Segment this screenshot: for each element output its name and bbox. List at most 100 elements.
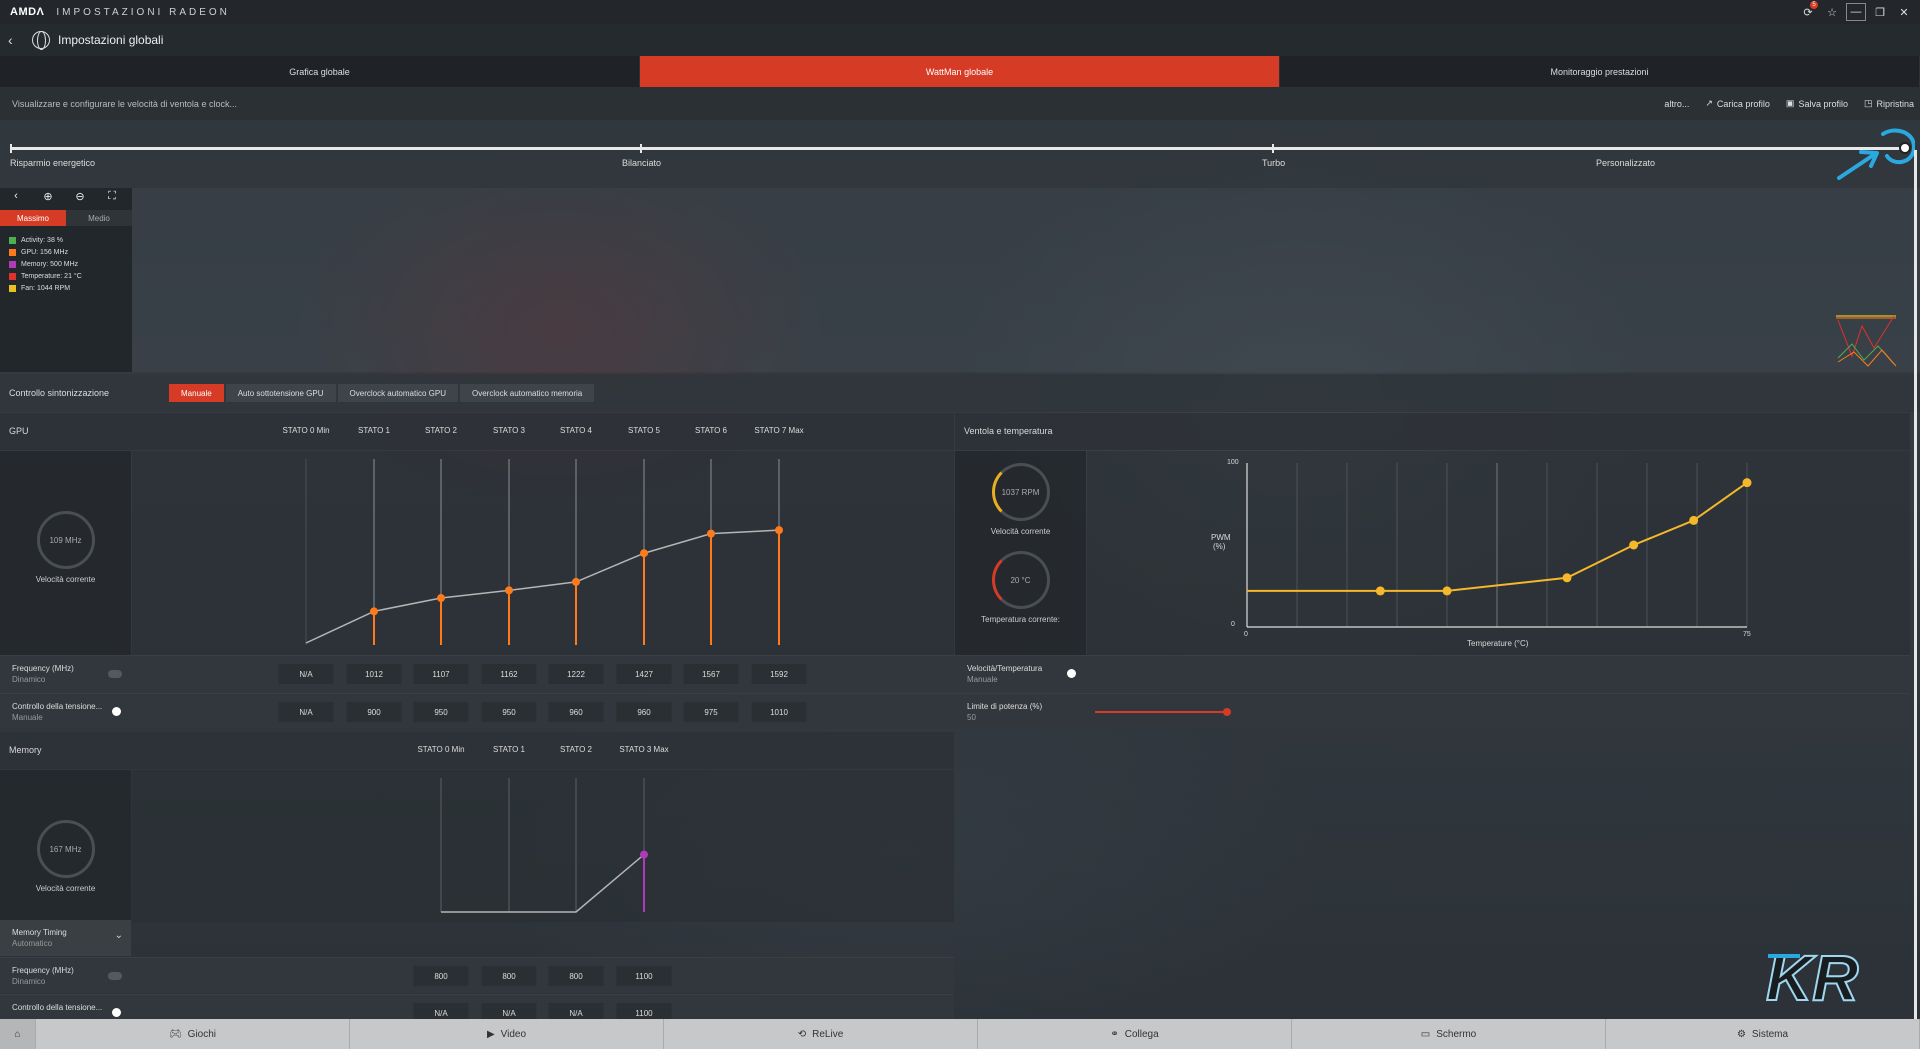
power-limit-handle[interactable] — [1223, 708, 1231, 716]
tab-avg[interactable]: Medio — [66, 210, 132, 226]
nav-video[interactable]: ▶ Video — [350, 1019, 664, 1049]
legend-item[interactable]: Memory: 500 MHz — [9, 258, 132, 270]
preset-track[interactable] — [10, 147, 1908, 150]
bottom-nav: ⌂ 🎮︎ Giochi ▶ Video ⟲ ReLive ⚭ Collega ▭ Sche… — [0, 1019, 1920, 1049]
close-button[interactable]: ✕ — [1894, 3, 1914, 21]
memory-voltage-value[interactable]: 1100 — [616, 1003, 672, 1019]
mode-auto-oc-gpu-button[interactable]: Overclock automatico GPU — [337, 384, 458, 402]
gpu-frequency-value[interactable]: 1012 — [346, 664, 402, 684]
gpu-voltage-toggle[interactable] — [108, 707, 122, 716]
gpu-frequency-label: Frequency (MHz) — [12, 664, 74, 673]
nav-games[interactable]: 🎮︎ Giochi — [36, 1019, 350, 1049]
amd-logo: AMDΛ — [10, 6, 45, 18]
nav-system[interactable]: ⚙ Sistema — [1606, 1019, 1920, 1049]
memory-frequency-value[interactable]: 800 — [548, 966, 604, 986]
gpu-frequency-value[interactable]: 1222 — [548, 664, 604, 684]
nav-display[interactable]: ▭ Schermo — [1292, 1019, 1606, 1049]
zoom-out-icon[interactable]: ⊖ — [64, 190, 96, 206]
fan-point — [1442, 586, 1452, 596]
back-icon[interactable]: ‹ — [8, 32, 24, 48]
nav-connect[interactable]: ⚭ Collega — [978, 1019, 1292, 1049]
mode-auto-undervolt-button[interactable]: Auto sottotensione GPU — [225, 384, 336, 402]
gpu-voltage-value[interactable]: 900 — [346, 702, 402, 722]
power-limit-slider[interactable] — [1095, 711, 1227, 713]
legend-item[interactable]: Temperature: 21 °C — [9, 270, 132, 282]
zoom-in-icon[interactable]: ⊕ — [32, 190, 64, 206]
gpu-frequency-value[interactable]: N/A — [278, 664, 334, 684]
gpu-frequency-value[interactable]: 1567 — [683, 664, 739, 684]
preset-power-saving[interactable]: Risparmio energetico — [10, 158, 95, 168]
gpu-frequency-chart[interactable] — [132, 451, 954, 655]
mode-auto-oc-memory-button[interactable]: Overclock automatico memoria — [460, 384, 595, 402]
reset-button[interactable]: ◳ Ripristina — [1864, 98, 1914, 109]
gpu-voltage-value[interactable]: 950 — [481, 702, 537, 722]
tab-performance-monitoring[interactable]: Monitoraggio prestazioni — [1280, 56, 1920, 87]
gpu-frequency-value[interactable]: 1427 — [616, 664, 672, 684]
gpu-voltage-label: Controllo della tensione... — [12, 702, 103, 711]
legend-label: GPU: 156 MHz — [21, 248, 69, 256]
fan-point — [1629, 540, 1639, 550]
state-point — [707, 529, 715, 538]
crop-icon[interactable]: ⛶ — [96, 190, 128, 206]
monitor-sparkline — [1836, 315, 1897, 367]
more-link[interactable]: altro... — [1664, 99, 1689, 109]
preset-balanced[interactable]: Bilanciato — [622, 158, 661, 168]
state-point — [370, 607, 378, 616]
legend-item[interactable]: Fan: 1044 RPM — [9, 282, 132, 294]
gpu-frequency-toggle[interactable] — [108, 670, 122, 678]
memory-voltage-value[interactable]: N/A — [481, 1003, 537, 1019]
fan-speed-value: 1037 RPM — [1001, 487, 1040, 497]
tab-max[interactable]: Massimo — [0, 210, 66, 226]
fan-curve-chart[interactable] — [1087, 451, 1910, 655]
gpu-gauge-value: 109 MHz — [49, 535, 82, 545]
speed-temp-toggle[interactable] — [1063, 669, 1077, 678]
gpu-voltage-value[interactable]: N/A — [278, 702, 334, 722]
star-icon[interactable]: ☆ — [1822, 3, 1842, 21]
gpu-voltage-value[interactable]: 975 — [683, 702, 739, 722]
mode-manual-button[interactable]: Manuale — [169, 384, 224, 402]
legend-label: Temperature: 21 °C — [21, 272, 82, 280]
minimize-button[interactable]: — — [1846, 3, 1866, 21]
temperature-value: 20 °C — [1010, 575, 1031, 585]
gpu-speed-gauge: 109 MHz — [36, 511, 95, 569]
preset-custom[interactable]: Personalizzato — [1596, 158, 1655, 168]
memory-frequency-label: Frequency (MHz) — [12, 966, 74, 975]
tab-wattman[interactable]: WattMan globale — [640, 56, 1280, 87]
checkbox-icon — [9, 236, 16, 244]
legend-item[interactable]: GPU: 156 MHz — [9, 246, 132, 258]
state-point — [572, 577, 580, 586]
memory-timing-dropdown[interactable]: Memory Timing Automatico ⌄ — [0, 920, 131, 956]
gpu-voltage-value[interactable]: 960 — [548, 702, 604, 722]
memory-voltage-value[interactable]: N/A — [548, 1003, 604, 1019]
memory-frequency-value[interactable]: 800 — [413, 966, 469, 986]
memory-header: Memory STATO 0 Min STATO 1 STATO 2 STATO… — [0, 732, 954, 769]
restore-button[interactable]: ❐ — [1870, 3, 1890, 21]
fan-speed-gauge: 1037 RPM — [991, 463, 1050, 521]
main-tabs: Grafica globale WattMan globale Monitora… — [0, 56, 1920, 87]
memory-voltage-toggle[interactable] — [108, 1008, 122, 1017]
save-profile-button[interactable]: ▣ Salva profilo — [1786, 98, 1848, 109]
monitor-legend: Activity: 38 % GPU: 156 MHz Memory: 500 … — [0, 234, 132, 294]
gpu-voltage-value[interactable]: 960 — [616, 702, 672, 722]
memory-frequency-toggle[interactable] — [108, 972, 122, 980]
memory-frequency-mode: Dinamico — [12, 977, 46, 986]
gpu-frequency-value[interactable]: 1107 — [413, 664, 469, 684]
vertical-scrollbar[interactable] — [1914, 150, 1917, 1020]
fan-point — [1562, 573, 1572, 583]
preset-turbo[interactable]: Turbo — [1262, 158, 1285, 168]
gpu-frequency-value[interactable]: 1162 — [481, 664, 537, 684]
chevron-left-icon[interactable]: ‹ — [0, 190, 32, 206]
memory-frequency-value[interactable]: 800 — [481, 966, 537, 986]
memory-voltage-value[interactable]: N/A — [413, 1003, 469, 1019]
gpu-frequency-value[interactable]: 1592 — [751, 664, 807, 684]
memory-frequency-chart[interactable] — [132, 770, 954, 922]
legend-item[interactable]: Activity: 38 % — [9, 234, 132, 246]
nav-relive[interactable]: ⟲ ReLive — [664, 1019, 978, 1049]
home-icon[interactable]: ⌂ — [0, 1019, 36, 1049]
memory-frequency-value[interactable]: 1100 — [616, 966, 672, 986]
load-profile-button[interactable]: ↗ Carica profilo — [1705, 98, 1770, 109]
gpu-voltage-value[interactable]: 1010 — [751, 702, 807, 722]
gpu-voltage-value[interactable]: 950 — [413, 702, 469, 722]
tab-global-graphics[interactable]: Grafica globale — [0, 56, 640, 87]
notification-icon[interactable]: ⟳ 5 — [1798, 1, 1818, 21]
